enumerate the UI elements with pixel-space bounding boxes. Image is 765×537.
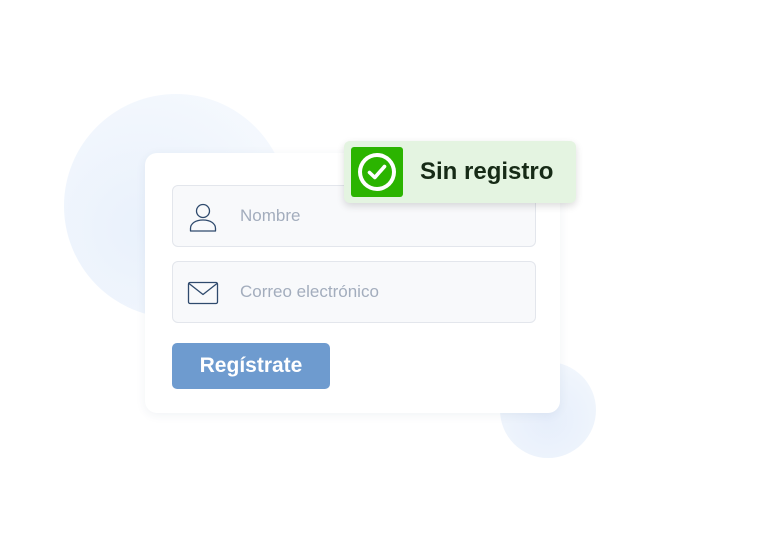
email-placeholder: Correo electrónico bbox=[240, 282, 379, 301]
no-registration-badge: Sin registro bbox=[344, 141, 576, 203]
name-placeholder: Nombre bbox=[240, 206, 301, 225]
envelope-icon bbox=[187, 277, 219, 309]
badge-label: Sin registro bbox=[420, 158, 554, 185]
email-field[interactable]: Correo electrónico bbox=[172, 261, 536, 323]
register-button[interactable]: Regístrate bbox=[172, 343, 330, 389]
user-icon bbox=[187, 201, 219, 233]
check-circle-icon bbox=[351, 147, 403, 197]
illustration: Nombre Correo electrónico Regístrate Sin… bbox=[0, 0, 765, 537]
